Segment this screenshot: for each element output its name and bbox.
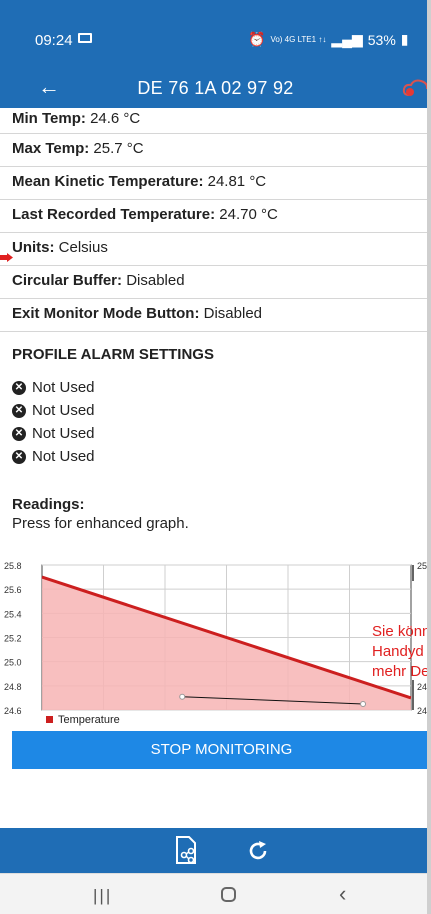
y-tick-label: 24.8 <box>4 682 22 692</box>
detail-row-units: Units: Celsius <box>0 233 427 266</box>
battery-text: 53% <box>367 31 396 48</box>
signal-icon: ▂▄▆ <box>331 31 363 47</box>
detail-label: Last Recorded Temperature: <box>12 206 216 223</box>
alarm-item-label: Not Used <box>32 448 95 465</box>
status-icons: ⏰ Vo) 4G LTE1 ↑↓ ▂▄▆ 53% ▮ <box>248 31 409 48</box>
y-tick-label: 25.8 <box>4 561 22 571</box>
detail-value: Celsius <box>58 239 108 256</box>
readings-subtitle: Press for enhanced graph. <box>12 515 189 532</box>
recent-apps-icon[interactable]: ||| <box>93 886 112 906</box>
detail-value: 25.7 °C <box>93 140 144 157</box>
x-circle-icon: ✕ <box>12 449 26 464</box>
detail-label: Min Temp: <box>12 110 86 127</box>
system-nav-bar: ||| ‹ <box>0 873 431 914</box>
right-edge-divider <box>427 0 431 914</box>
legend-swatch <box>46 716 53 723</box>
readings-heading: Readings: <box>12 496 85 513</box>
refresh-icon[interactable] <box>246 839 270 863</box>
overlay-note-line: mehr De <box>372 663 430 680</box>
detail-value: 24.81 °C <box>207 173 267 190</box>
detail-label: Exit Monitor Mode Button: <box>12 305 200 322</box>
alarm-item-label: Not Used <box>32 379 95 396</box>
x-circle-icon: ✕ <box>12 380 26 395</box>
detail-row-min-temp: Min Temp: 24.6 °C <box>0 108 427 134</box>
alarm-item: ✕ Not Used <box>12 379 95 396</box>
network-indicator: Vo) 4G LTE1 ↑↓ <box>270 34 327 44</box>
overlay-note-line: Handyd <box>372 643 424 660</box>
detail-row-max-temp: Max Temp: 25.7 °C <box>0 134 427 167</box>
x-circle-icon: ✕ <box>12 426 26 441</box>
nav-back-icon[interactable]: ‹ <box>339 881 346 907</box>
detail-value: 24.6 °C <box>90 110 141 127</box>
stop-monitoring-button[interactable]: STOP MONITORING <box>12 731 431 769</box>
phone-screen: 09:24 ⏰ Vo) 4G LTE1 ↑↓ ▂▄▆ 53% ▮ ← DE 76… <box>0 0 431 914</box>
alarm-item: ✕ Not Used <box>12 425 95 442</box>
x-circle-icon: ✕ <box>12 403 26 418</box>
profile-alarm-heading: PROFILE ALARM SETTINGS <box>12 346 214 363</box>
status-time: 09:24 <box>35 32 73 49</box>
detail-label: Mean Kinetic Temperature: <box>12 173 204 190</box>
detail-row-exit-monitor: Exit Monitor Mode Button: Disabled <box>0 299 427 332</box>
y-tick-label: 25.0 <box>4 658 22 668</box>
readings-chart[interactable]: 25.825.625.425.225.024.824.625.24.24.Tem… <box>0 555 431 730</box>
legend-label: Temperature <box>58 714 120 726</box>
detail-label: Max Temp: <box>12 140 90 157</box>
bottom-action-bar <box>0 828 431 873</box>
alarm-item: ✕ Not Used <box>12 402 95 419</box>
detail-value: 24.70 °C <box>219 206 278 223</box>
app-bar: ← DE 76 1A 02 97 92 <box>0 68 431 108</box>
detail-row-last-recorded: Last Recorded Temperature: 24.70 °C <box>0 200 427 233</box>
status-bar: 09:24 ⏰ Vo) 4G LTE1 ↑↓ ▂▄▆ 53% ▮ <box>0 0 431 68</box>
secondary-point <box>179 693 186 700</box>
alarm-item-label: Not Used <box>32 402 95 419</box>
y-tick-label: 25.6 <box>4 585 22 595</box>
secondary-point <box>360 700 367 707</box>
battery-icon: ▮ <box>400 31 409 47</box>
y-tick-label: 24.6 <box>4 706 22 716</box>
details-list: Min Temp: 24.6 °C Max Temp: 25.7 °C Mean… <box>0 108 427 332</box>
mail-icon <box>78 33 92 43</box>
annotation-arrow-icon <box>0 253 13 262</box>
detail-value: Disabled <box>126 272 185 289</box>
detail-row-mean-kinetic: Mean Kinetic Temperature: 24.81 °C <box>0 167 427 200</box>
share-document-icon[interactable] <box>171 835 201 867</box>
detail-row-circular-buffer: Circular Buffer: Disabled <box>0 266 427 299</box>
alarm-clock-icon: ⏰ <box>248 31 266 47</box>
y-tick-label: 25.2 <box>4 634 22 644</box>
detail-label: Units: <box>12 239 55 256</box>
detail-value: Disabled <box>203 305 263 322</box>
y-tick-label: 25.4 <box>4 609 22 619</box>
alarm-item-label: Not Used <box>32 425 95 442</box>
page-title: DE 76 1A 02 97 92 <box>137 78 294 98</box>
alarm-item: ✕ Not Used <box>12 448 95 465</box>
detail-label: Circular Buffer: <box>12 272 123 289</box>
overlay-note-line: Sie könn <box>372 623 431 640</box>
home-icon[interactable] <box>221 887 236 902</box>
